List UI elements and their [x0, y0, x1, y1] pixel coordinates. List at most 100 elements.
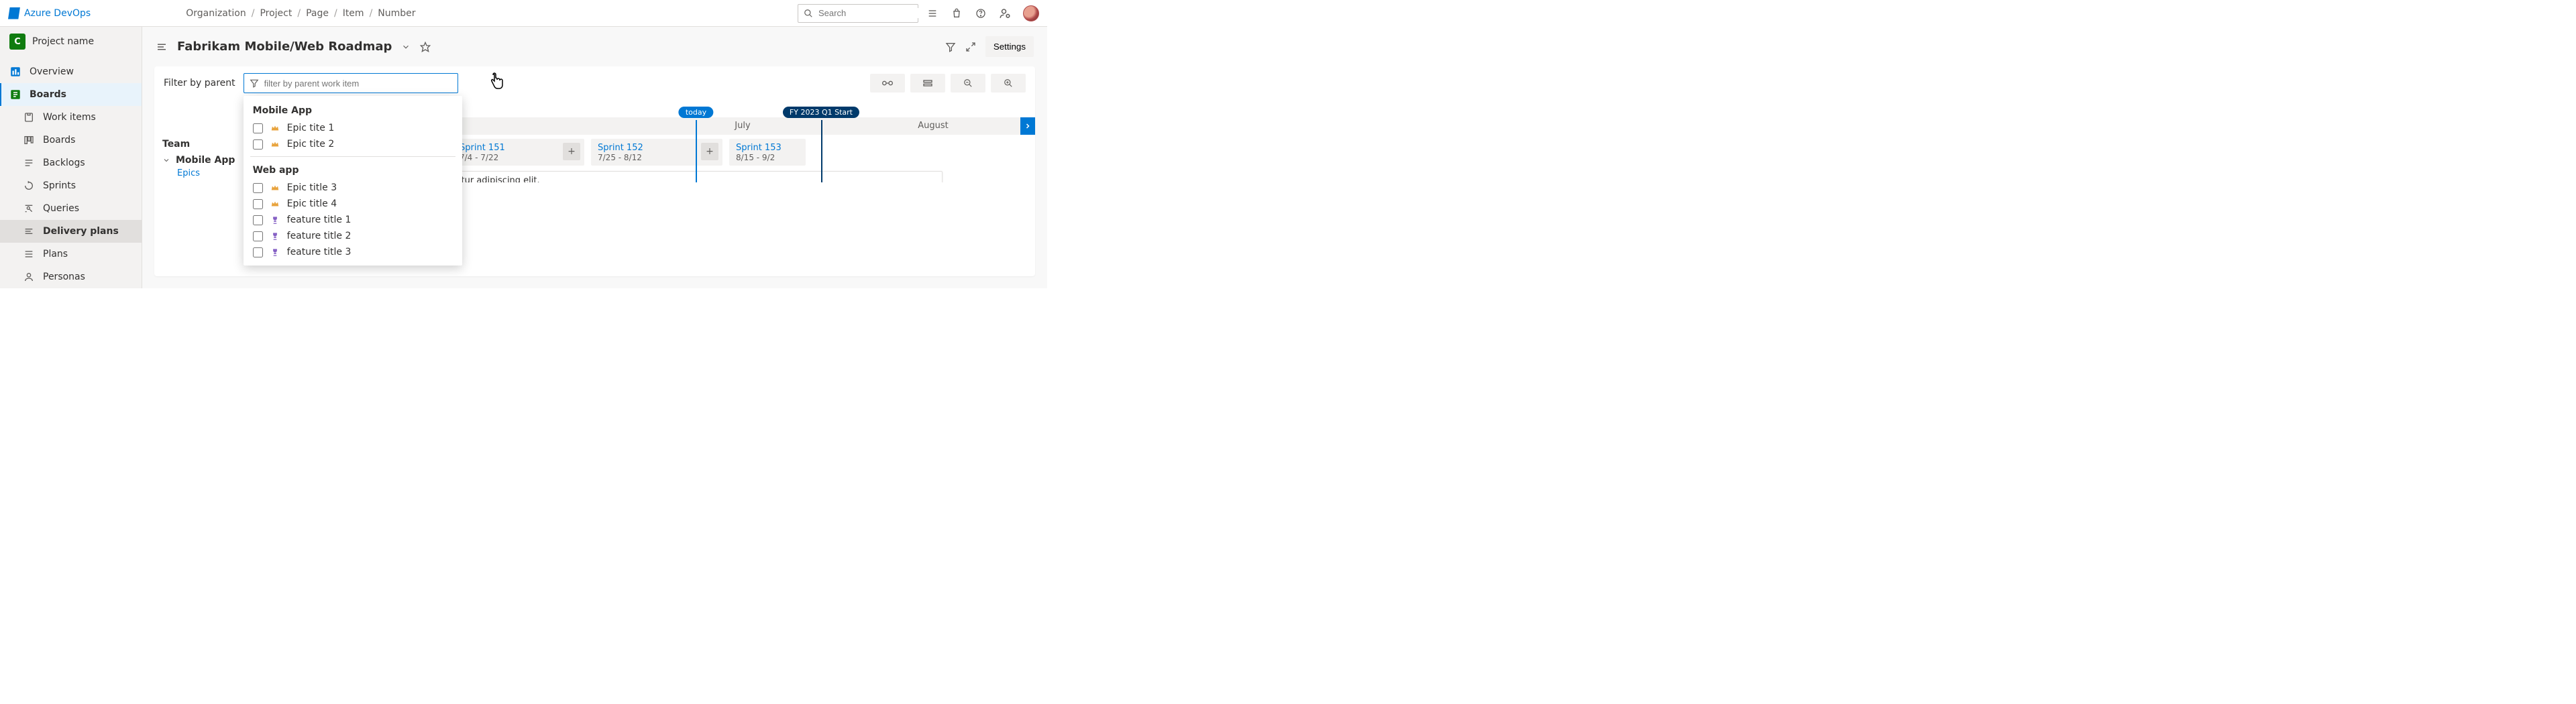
checkbox[interactable] — [253, 183, 263, 193]
filter-label: Filter by parent — [164, 78, 235, 89]
dropdown-item-epic-4[interactable]: Epic title 4 — [244, 196, 462, 212]
nav-work-items[interactable]: Work items — [0, 106, 142, 129]
crumb-project[interactable]: Project — [260, 8, 292, 19]
product-name: Azure DevOps — [24, 8, 91, 19]
sprint-range: 7/4 - 7/22 — [460, 153, 578, 162]
sprint-name: Sprint 152 — [598, 143, 716, 153]
fy-line — [821, 120, 822, 182]
dropdown-item-label: Epic title 4 — [287, 198, 337, 209]
nav-overview[interactable]: Overview — [0, 60, 142, 83]
chevron-down-icon[interactable] — [401, 42, 411, 52]
crown-icon — [270, 123, 280, 133]
backlogs-icon — [23, 157, 35, 169]
nav-sprints[interactable]: Sprints — [0, 174, 142, 197]
today-marker: today — [679, 107, 713, 118]
dropdown-item-feature-1[interactable]: feature title 1 — [244, 212, 462, 228]
dropdown-item-label: Epic tite 2 — [287, 139, 335, 150]
trophy-icon — [270, 247, 280, 257]
fullscreen-icon[interactable] — [965, 42, 976, 52]
plans-icon — [23, 248, 35, 260]
kanban-icon — [23, 134, 35, 146]
global-search[interactable] — [798, 4, 918, 23]
nav-label: Personas — [43, 272, 85, 282]
project-badge: C — [9, 34, 25, 50]
nav-backlogs[interactable]: Backlogs — [0, 152, 142, 174]
search-input[interactable] — [818, 8, 936, 18]
checkbox[interactable] — [253, 123, 263, 133]
crumb-organization[interactable]: Organization — [186, 8, 246, 19]
personas-icon — [23, 271, 35, 283]
checkbox[interactable] — [253, 199, 263, 209]
project-selector[interactable]: C Project name — [0, 27, 142, 56]
zoom-out-button[interactable] — [951, 74, 985, 93]
project-name: Project name — [32, 36, 94, 47]
dropdown-item-label: feature title 2 — [287, 231, 352, 241]
sprint-name: Sprint 151 — [460, 143, 578, 153]
zoom-in-button[interactable] — [991, 74, 1026, 93]
queries-icon — [23, 202, 35, 215]
list-icon[interactable] — [926, 7, 938, 19]
fy-marker: FY 2023 Q1 Start — [783, 107, 859, 118]
scroll-next-button[interactable] — [1020, 117, 1035, 135]
nav-boards-sub[interactable]: Boards — [0, 129, 142, 152]
sprint-152[interactable]: Sprint 152 7/25 - 8/12 + — [591, 139, 722, 166]
trophy-icon — [270, 231, 280, 241]
crumb-number[interactable]: Number — [378, 8, 415, 19]
dropdown-item-label: feature title 1 — [287, 215, 352, 225]
dropdown-item-feature-3[interactable]: feature title 3 — [244, 244, 462, 260]
checkbox[interactable] — [253, 215, 263, 225]
crumb-page[interactable]: Page — [306, 8, 329, 19]
add-card-button[interactable]: + — [701, 143, 718, 160]
dependencies-button[interactable] — [870, 74, 905, 93]
nav-personas[interactable]: Personas — [0, 266, 142, 288]
nav-label: Sprints — [43, 180, 76, 191]
work-items-icon — [23, 111, 35, 123]
nav-label: Backlogs — [43, 158, 85, 168]
delivery-plans-icon — [23, 225, 35, 237]
settings-button[interactable]: Settings — [985, 36, 1034, 57]
sprint-range: 8/15 - 9/2 — [736, 153, 799, 162]
dropdown-item-epic-2[interactable]: Epic tite 2 — [244, 136, 462, 152]
avatar[interactable] — [1023, 5, 1039, 21]
dropdown-item-epic-1[interactable]: Epic tite 1 — [244, 120, 462, 136]
filter-dropdown: Mobile App Epic tite 1 Epic tite 2 — [244, 96, 462, 266]
nav-label: Work items — [43, 112, 96, 123]
nav-label: Boards — [43, 135, 75, 145]
sprint-153[interactable]: Sprint 153 8/15 - 9/2 — [729, 139, 806, 166]
filter-icon[interactable] — [945, 42, 956, 52]
filter-parent-input[interactable] — [264, 78, 452, 89]
checkbox[interactable] — [253, 139, 263, 150]
nav-label: Queries — [43, 203, 79, 214]
nav-queries[interactable]: Queries — [0, 197, 142, 220]
sprint-151[interactable]: Sprint 151 7/4 - 7/22 + — [453, 139, 584, 166]
dropdown-item-epic-3[interactable]: Epic title 3 — [244, 180, 462, 196]
expand-rows-button[interactable] — [910, 74, 945, 93]
product-logo[interactable]: Azure DevOps — [8, 7, 91, 19]
boards-icon — [9, 89, 21, 101]
crumb-item[interactable]: Item — [343, 8, 364, 19]
search-icon — [804, 9, 813, 18]
dropdown-item-feature-2[interactable]: feature title 2 — [244, 228, 462, 244]
nav-delivery-plans[interactable]: Delivery plans — [0, 220, 142, 243]
team-name: Mobile App — [176, 155, 235, 166]
checkbox[interactable] — [253, 231, 263, 241]
month-july: July — [642, 117, 843, 135]
nav-label: Boards — [30, 89, 66, 100]
nav-plans[interactable]: Plans — [0, 243, 142, 266]
overview-icon — [9, 66, 21, 78]
add-card-button[interactable]: + — [563, 143, 580, 160]
crumb-separator: / — [370, 8, 373, 19]
star-icon[interactable] — [420, 42, 431, 52]
crumb-separator: / — [334, 8, 337, 19]
filter-parent-input-wrap[interactable] — [244, 73, 458, 93]
user-settings-icon[interactable] — [999, 7, 1011, 19]
shopping-bag-icon[interactable] — [951, 7, 963, 19]
team-epics-link[interactable]: Epics — [177, 168, 250, 178]
breadcrumb: Organization / Project / Page / Item / N… — [186, 8, 415, 19]
month-august: August — [843, 117, 1023, 135]
filter-icon — [250, 78, 259, 88]
team-mobile-app[interactable]: Mobile App — [162, 155, 250, 166]
help-icon[interactable] — [975, 7, 987, 19]
nav-boards-main[interactable]: Boards — [0, 83, 142, 106]
checkbox[interactable] — [253, 247, 263, 257]
